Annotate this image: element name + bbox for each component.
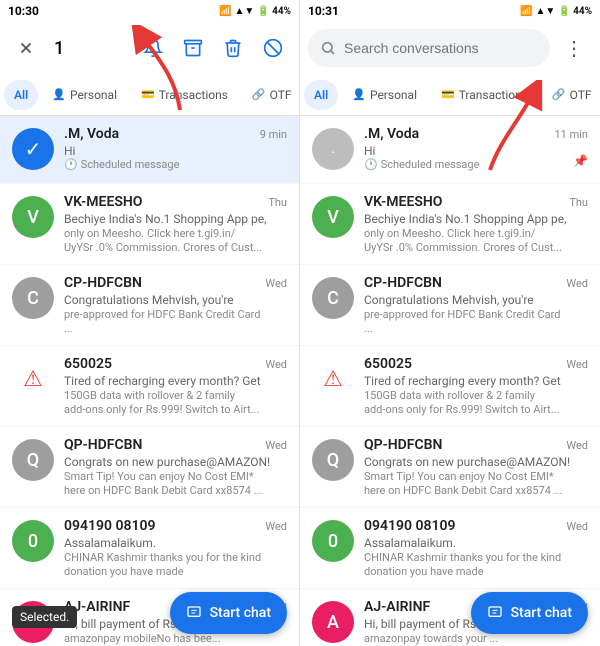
right-panel: 10:31 📶 ▲▼ 🔋 44% ⋮ All 👤 Personal 💳 T <box>300 0 600 646</box>
start-chat-button-left[interactable]: Start chat <box>170 592 287 634</box>
more-icon: ⋮ <box>564 38 584 58</box>
tab-otf-right[interactable]: 🔗 OTF <box>542 80 600 110</box>
notifications-button[interactable] <box>135 30 171 66</box>
conv-preview-voda: Hi <box>64 144 287 158</box>
search-icon <box>320 40 336 56</box>
conv-item-650025-r[interactable]: ⚠ 650025 Wed Tired of recharging every m… <box>300 346 600 427</box>
conv-item-qphdfcbn[interactable]: Q QP-HDFCBN Wed Congrats on new purchase… <box>0 427 299 508</box>
right-search-bar: ⋮ <box>300 22 600 74</box>
conv-time-phone1: Wed <box>265 520 287 533</box>
conv-time-voda: 9 min <box>260 128 287 141</box>
tab-personal-left[interactable]: 👤 Personal <box>42 80 127 110</box>
conv-item-phone1-r[interactable]: 0 094190 08109 Wed Assalamalaikum. CHINA… <box>300 508 600 589</box>
conv-item-voda[interactable]: ✓ .M, Voda 9 min Hi 🕐 Scheduled message <box>0 116 299 184</box>
close-selection-button[interactable] <box>8 30 44 66</box>
conv-name-voda: .M, Voda <box>64 126 119 142</box>
avatar-ajairinf-r: A <box>312 601 354 643</box>
conv-item-650025[interactable]: ⚠ 650025 Wed Tired of recharging every m… <box>0 346 299 427</box>
avatar-meesho: V <box>12 196 54 238</box>
right-conv-list: . .M, Voda 11 min Hi 🕐 Scheduled message… <box>300 116 600 646</box>
right-time: 10:31 <box>308 4 339 18</box>
left-time: 10:30 <box>8 4 39 18</box>
avatar-650025: ⚠ <box>12 358 54 400</box>
left-panel: 10:30 📶 ▲▼ 🔋 44% 1 <box>0 0 300 646</box>
conv-name-phone1-r: 094190 08109 <box>364 518 455 534</box>
conv-preview-meesho: Bechiye India's No.1 Shopping App pe, <box>64 212 287 226</box>
conv-name-hdfcbn-r: CP-HDFCBN <box>364 275 442 291</box>
conv-name-qphdfcbn-r: QP-HDFCBN <box>364 437 442 453</box>
conv-time-voda-r: 11 min <box>555 128 589 141</box>
conv-preview-phone1: Assalamalaikum. <box>64 536 287 550</box>
conv-item-hdfcbn-r[interactable]: C CP-HDFCBN Wed Congratulations Mehvish,… <box>300 265 600 346</box>
tab-personal-right[interactable]: 👤 Personal <box>342 80 427 110</box>
left-filter-tabs: All 👤 Personal 💳 Transactions 🔗 OTF <box>0 74 299 116</box>
more-options-button[interactable]: ⋮ <box>556 30 592 66</box>
start-chat-label-right: Start chat <box>511 605 572 621</box>
conv-preview-650025: Tired of recharging every month? Get <box>64 374 287 388</box>
conv-name-ajairinf-r: AJ-AIRINF <box>364 599 430 615</box>
top-actions <box>135 30 291 66</box>
conv-name-voda-r: .M, Voda <box>364 126 419 142</box>
conv-time-phone1-r: Wed <box>566 520 588 533</box>
block-button[interactable] <box>255 30 291 66</box>
avatar-voda-r: . <box>312 128 354 170</box>
conv-name-qphdfcbn: QP-HDFCBN <box>64 437 142 453</box>
conv-preview-voda-r: Hi <box>364 144 588 158</box>
conv-item-voda-r[interactable]: . .M, Voda 11 min Hi 🕐 Scheduled message… <box>300 116 600 184</box>
start-chat-label-left: Start chat <box>210 605 271 621</box>
avatar-650025-r: ⚠ <box>312 358 354 400</box>
archive-button[interactable] <box>175 30 211 66</box>
left-top-bar: 1 <box>0 22 299 74</box>
avatar-hdfcbn-r: C <box>312 277 354 319</box>
conv-item-hdfcbn[interactable]: C CP-HDFCBN Wed Congratulations Mehvish,… <box>0 265 299 346</box>
delete-button[interactable] <box>215 30 251 66</box>
conv-time-hdfcbn: Wed <box>265 277 287 290</box>
selected-badge: Selected. <box>12 606 77 628</box>
conv-item-meesho-r[interactable]: V VK-MEESHO Thu Bechiye India's No.1 Sho… <box>300 184 600 265</box>
right-status-icons: 📶 ▲▼ 🔋 44% <box>520 6 592 17</box>
left-status-icons: 📶 ▲▼ 🔋 44% <box>219 6 291 17</box>
tab-all-left[interactable]: All <box>4 80 38 110</box>
conv-preview-qphdfcbn: Congrats on new purchase@AMAZON! <box>64 455 287 469</box>
right-status-bar: 10:31 📶 ▲▼ 🔋 44% <box>300 0 600 22</box>
conv-name-meesho-r: VK-MEESHO <box>364 194 442 210</box>
conv-preview-hdfcbn: Congratulations Mehvish, you're <box>64 293 287 307</box>
conv-time-meesho-r: Thu <box>569 196 588 209</box>
avatar-qphdfcbn-r: Q <box>312 439 354 481</box>
conv-time-650025-r: Wed <box>566 358 588 371</box>
selection-count: 1 <box>54 38 129 59</box>
avatar-phone1: 0 <box>12 520 54 562</box>
conv-name-650025: 650025 <box>64 356 112 372</box>
avatar-qphdfcbn: Q <box>12 439 54 481</box>
tab-otf-left[interactable]: 🔗 OTF <box>242 80 299 110</box>
conv-time-meesho: Thu <box>268 196 287 209</box>
conv-item-meesho[interactable]: V VK-MEESHO Thu Bechiye India's No.1 Sho… <box>0 184 299 265</box>
conv-time-650025: Wed <box>265 358 287 371</box>
tab-all-right[interactable]: All <box>304 80 338 110</box>
pin-icon-voda: 📌 <box>573 154 588 168</box>
start-chat-button-right[interactable]: Start chat <box>471 592 588 634</box>
conv-time-hdfcbn-r: Wed <box>566 277 588 290</box>
search-input[interactable] <box>344 40 538 56</box>
conv-time-qphdfcbn: Wed <box>265 439 287 452</box>
conv-name-650025-r: 650025 <box>364 356 412 372</box>
left-conv-list: ✓ .M, Voda 9 min Hi 🕐 Scheduled message … <box>0 116 299 646</box>
conv-item-qphdfcbn-r[interactable]: Q QP-HDFCBN Wed Congrats on new purchase… <box>300 427 600 508</box>
conv-name-phone1: 094190 08109 <box>64 518 155 534</box>
tab-transactions-left[interactable]: 💳 Transactions <box>131 80 238 110</box>
conv-item-phone1[interactable]: 0 094190 08109 Wed Assalamalaikum. CHINA… <box>0 508 299 589</box>
avatar-voda: ✓ <box>12 128 54 170</box>
avatar-phone1-r: 0 <box>312 520 354 562</box>
right-filter-tabs: All 👤 Personal 💳 Transactions 🔗 OTF <box>300 74 600 116</box>
chat-icon <box>487 605 503 621</box>
conv-time-qphdfcbn-r: Wed <box>566 439 588 452</box>
left-status-bar: 10:30 📶 ▲▼ 🔋 44% <box>0 0 299 22</box>
tab-transactions-right[interactable]: 💳 Transactions <box>431 80 538 110</box>
avatar-hdfcbn: C <box>12 277 54 319</box>
avatar-meesho-r: V <box>312 196 354 238</box>
conv-name-meesho: VK-MEESHO <box>64 194 142 210</box>
conv-name-hdfcbn: CP-HDFCBN <box>64 275 142 291</box>
search-input-wrap[interactable] <box>308 29 550 67</box>
